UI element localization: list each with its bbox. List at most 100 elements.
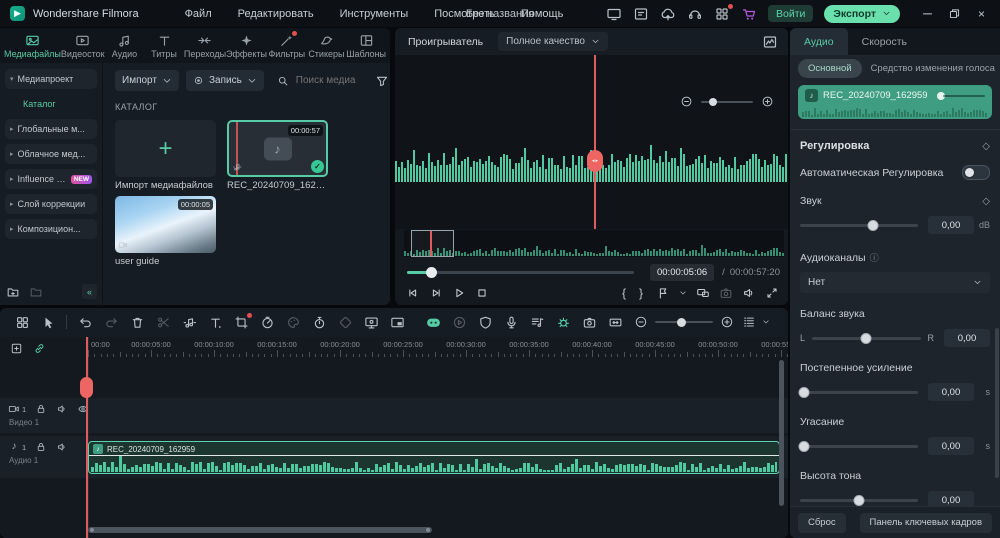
- tree-item-3[interactable]: ▸ Облачное мед...: [5, 144, 97, 164]
- toolbar-button-denoise[interactable]: [550, 315, 576, 330]
- toolbar-button-render-preview[interactable]: [446, 315, 472, 330]
- toolbar-button-keyframe[interactable]: [332, 315, 358, 330]
- seek-knob[interactable]: [426, 267, 437, 278]
- toolbar-button-grid-view[interactable]: [9, 315, 35, 330]
- selected-clip-card[interactable]: ♪ REC_20240709_162959: [798, 85, 992, 119]
- restore-button[interactable]: [948, 7, 961, 20]
- snapshot-frame-icon[interactable]: [633, 6, 649, 22]
- tree-item-6[interactable]: ▸ Композицион...: [5, 219, 97, 239]
- tab-templates[interactable]: Шаблоны: [346, 28, 386, 63]
- toolbar-button-text-tool[interactable]: [202, 315, 228, 330]
- menu-item-2[interactable]: Инструменты: [340, 8, 409, 20]
- zoom-slider-knob[interactable]: [709, 97, 717, 106]
- tree-item-0[interactable]: ▾ Медиапроект: [5, 69, 97, 89]
- track-manager-button[interactable]: [742, 315, 770, 329]
- filter-icon[interactable]: [375, 74, 389, 88]
- timeline-audio-clip[interactable]: ♪ REC_20240709_162959: [88, 441, 780, 474]
- marker-flag-icon[interactable]: [656, 286, 670, 300]
- search-input[interactable]: [293, 74, 368, 87]
- fade-in-slider[interactable]: [798, 386, 918, 398]
- fade-out-knob[interactable]: [798, 440, 810, 452]
- keyframe-diamond-icon[interactable]: ◇: [982, 141, 990, 152]
- timeline-body[interactable]: 00:00 00:00:05:00 00:00:10:00 00:00:15:00 00…: [0, 337, 788, 538]
- minimize-button[interactable]: [921, 7, 934, 20]
- panel-scrollbar[interactable]: [995, 328, 999, 478]
- timeline-ruler[interactable]: 00:00 00:00:05:00 00:00:10:00 00:00:15:00 00…: [88, 337, 788, 359]
- audio-overview-strip[interactable]: [404, 230, 784, 257]
- video-clip-tile[interactable]: 00:00:05: [115, 196, 216, 253]
- zoom-out-icon[interactable]: [680, 95, 693, 108]
- zoom-out-icon[interactable]: [634, 315, 648, 329]
- tab-titles[interactable]: Титры: [144, 28, 184, 63]
- timeline-zoom-knob[interactable]: [677, 317, 686, 327]
- prev-frame-icon[interactable]: [406, 286, 420, 300]
- zoom-slider[interactable]: [701, 97, 753, 106]
- tab-stickers[interactable]: Стикеры: [307, 28, 347, 63]
- collapse-sidebar-button[interactable]: «: [82, 284, 97, 299]
- menu-item-1[interactable]: Редактировать: [238, 8, 314, 20]
- lock-icon[interactable]: [35, 403, 47, 415]
- toolbar-button-snapshot-camera[interactable]: [576, 315, 602, 330]
- preview-stage[interactable]: ◂ ▸: [395, 55, 788, 229]
- preview-playhead-handle[interactable]: ◂ ▸: [587, 150, 603, 172]
- toolbar-button-pip[interactable]: [384, 315, 410, 330]
- fade-in-knob[interactable]: [798, 386, 810, 398]
- tab-effects[interactable]: Эффекты: [226, 28, 267, 63]
- tab-media[interactable]: Медиафайлы: [4, 28, 61, 63]
- info-icon[interactable]: ⓘ: [870, 251, 879, 264]
- next-frame-icon[interactable]: [429, 286, 443, 300]
- preview-playhead[interactable]: [594, 55, 596, 229]
- timeline-vertical-scrollbar[interactable]: [779, 360, 784, 506]
- toolbar-button-music-list[interactable]: [524, 315, 550, 330]
- property-tab-аудио[interactable]: Аудио: [790, 28, 848, 55]
- toolbar-button-undo[interactable]: [72, 315, 98, 330]
- tab-transitions[interactable]: Переходы: [184, 28, 226, 63]
- timeline-playhead[interactable]: [86, 337, 88, 538]
- export-button[interactable]: Экспорт: [824, 4, 900, 23]
- toolbar-button-trash[interactable]: [124, 315, 150, 330]
- audio-clip-tile[interactable]: ♪ ✓ 00:00:57: [227, 120, 328, 177]
- support-icon[interactable]: [687, 6, 703, 22]
- toolbar-button-color-palette[interactable]: [280, 315, 306, 330]
- timeline-zoom-slider[interactable]: [655, 317, 713, 327]
- zoom-in-icon[interactable]: [761, 95, 774, 108]
- keyframe-panel-button[interactable]: Панель ключевых кадров: [859, 512, 992, 533]
- login-button[interactable]: Войти: [768, 5, 814, 22]
- chevron-right-icon[interactable]: ▸: [10, 150, 14, 158]
- chevron-right-icon[interactable]: ▸: [10, 200, 14, 208]
- auto-adjust-toggle[interactable]: [962, 165, 990, 180]
- tree-item-2[interactable]: ▸ Глобальные м...: [5, 119, 97, 139]
- mute-icon[interactable]: [56, 441, 68, 453]
- cart-icon[interactable]: [741, 6, 757, 22]
- chevron-down-icon[interactable]: [679, 289, 687, 297]
- channels-select[interactable]: Нет: [800, 272, 990, 293]
- tab-filters[interactable]: Фильтры: [267, 28, 307, 63]
- link-clips-icon[interactable]: [33, 342, 46, 355]
- clip-mini-slider[interactable]: [937, 91, 985, 100]
- toolbar-button-shield[interactable]: [472, 315, 498, 330]
- add-to-track-icon[interactable]: [10, 342, 23, 355]
- volume-keyframe-icon[interactable]: ◇: [982, 196, 990, 207]
- timeline-playhead-handle[interactable]: [80, 377, 93, 398]
- volume-value[interactable]: 0,00: [928, 216, 974, 234]
- cloud-upload-icon[interactable]: [660, 6, 676, 22]
- zoom-in-icon[interactable]: [720, 315, 734, 329]
- volume-icon[interactable]: [742, 286, 756, 300]
- fullscreen-icon[interactable]: [765, 286, 779, 300]
- mute-icon[interactable]: [56, 403, 68, 415]
- reset-button[interactable]: Сброс: [798, 512, 846, 533]
- toolbar-button-split-scissors[interactable]: [150, 315, 176, 330]
- toolbar-button-select-tool[interactable]: [35, 315, 61, 330]
- apps-grid-icon[interactable]: [714, 3, 733, 22]
- display-icon[interactable]: [606, 6, 622, 22]
- stop-icon[interactable]: [475, 286, 489, 300]
- toolbar-button-marker-box[interactable]: [602, 315, 628, 330]
- chevron-right-icon[interactable]: ▸: [10, 175, 14, 183]
- mark-in-icon[interactable]: {: [622, 286, 630, 300]
- pitch-slider[interactable]: [800, 494, 918, 506]
- chevron-right-icon[interactable]: ▸: [10, 225, 14, 233]
- toolbar-button-screen-record[interactable]: [358, 315, 384, 330]
- close-button[interactable]: ×: [975, 7, 988, 20]
- balance-value[interactable]: 0,00: [944, 329, 990, 347]
- balance-knob[interactable]: [860, 332, 872, 344]
